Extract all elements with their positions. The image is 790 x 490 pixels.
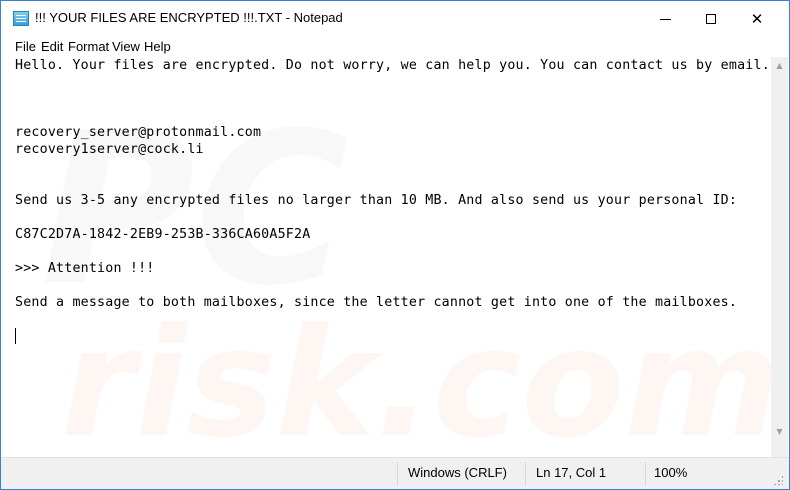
close-button[interactable]: ✕ <box>734 1 780 37</box>
resize-grip-icon[interactable] <box>773 475 783 485</box>
close-icon: ✕ <box>750 10 764 28</box>
notepad-window: !!! YOUR FILES ARE ENCRYPTED !!!.TXT - N… <box>0 0 790 490</box>
text-line-instructions: Send us 3-5 any encrypted files no large… <box>15 193 738 208</box>
text-line-email-2: recovery1server@cock.li <box>15 142 204 157</box>
maximize-button[interactable] <box>688 1 734 37</box>
status-separator <box>645 462 646 486</box>
status-separator <box>525 462 526 486</box>
status-position: Ln 17, Col 1 <box>536 465 607 480</box>
text-line-warning: Send a message to both mailboxes, since … <box>15 295 738 310</box>
menu-bar: File Edit Format View Help <box>1 37 789 57</box>
maximize-icon <box>706 14 716 24</box>
watermark-site: risk.com <box>61 297 771 457</box>
minimize-button[interactable] <box>642 1 688 37</box>
text-line-email-1: recovery_server@protonmail.com <box>15 125 262 140</box>
menu-view[interactable]: View <box>112 39 140 54</box>
menu-edit[interactable]: Edit <box>41 39 63 54</box>
status-bar: Windows (CRLF) Ln 17, Col 1 100% <box>1 457 789 489</box>
scroll-up-icon[interactable]: ▲ <box>771 57 788 74</box>
window-title: !!! YOUR FILES ARE ENCRYPTED !!!.TXT - N… <box>35 10 343 25</box>
notepad-icon[interactable] <box>13 11 29 26</box>
text-line-greeting: Hello. Your files are encrypted. Do not … <box>15 58 770 73</box>
text-line-personal-id: C87C2D7A-1842-2EB9-253B-336CA60A5F2A <box>15 227 311 242</box>
status-separator <box>397 462 398 486</box>
text-line-attention: >>> Attention !!! <box>15 261 155 276</box>
menu-format[interactable]: Format <box>68 39 109 54</box>
vertical-scrollbar[interactable]: ▲ ▼ <box>771 57 788 457</box>
status-line-ending: Windows (CRLF) <box>408 465 507 480</box>
menu-help[interactable]: Help <box>144 39 171 54</box>
text-caret <box>15 328 16 344</box>
menu-file[interactable]: File <box>15 39 36 54</box>
text-editor[interactable]: PC risk.com Hello. Your files are encryp… <box>1 57 771 457</box>
scroll-down-icon[interactable]: ▼ <box>771 423 788 440</box>
minimize-icon <box>659 18 671 20</box>
title-bar[interactable]: !!! YOUR FILES ARE ENCRYPTED !!!.TXT - N… <box>1 1 789 37</box>
status-zoom: 100% <box>654 465 688 480</box>
